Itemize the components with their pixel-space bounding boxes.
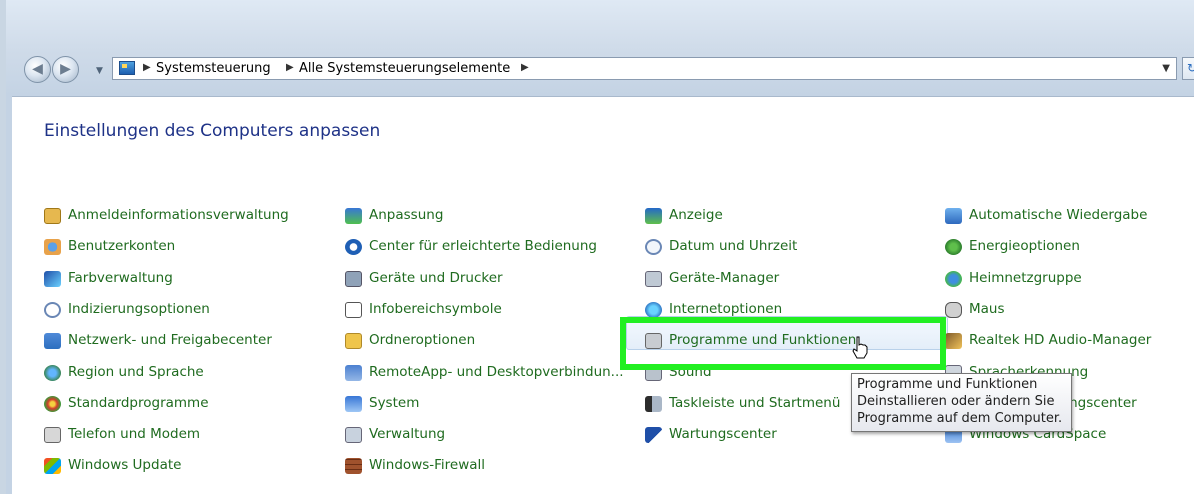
autoplay-icon: [945, 208, 962, 224]
mouse-icon: [945, 302, 962, 318]
control-panel-item-label[interactable]: Netzwerk- und Freigabecenter: [68, 332, 272, 348]
refresh-button[interactable]: ↻: [1182, 57, 1194, 80]
tooltip-line-1: Deinstallieren oder ändern Sie: [857, 394, 1055, 409]
control-panel-item-label[interactable]: Verwaltung: [369, 426, 445, 442]
tooltip-line-2: Programme auf dem Computer.: [857, 411, 1063, 426]
hand-cursor-icon: [852, 336, 868, 359]
network-icon: [44, 333, 61, 349]
address-dropdown-icon[interactable]: ▼: [1162, 63, 1170, 74]
control-panel-item-label[interactable]: Geräte und Drucker: [369, 270, 503, 286]
control-panel-item-label[interactable]: Taskleiste und Startmenü: [669, 395, 840, 411]
breadcrumb-systemsteuerung[interactable]: Systemsteuerung: [156, 61, 271, 76]
control-panel-item-label[interactable]: Realtek HD Audio-Manager: [969, 332, 1151, 348]
control-panel-item-label[interactable]: Energieoptionen: [969, 238, 1080, 254]
title-bar: [6, 0, 1194, 50]
address-bar[interactable]: ▶ Systemsteuerung ▶ Alle Systemsteuerung…: [112, 57, 1177, 80]
control-panel-item-label[interactable]: Anmeldeinformationsverwaltung: [68, 207, 289, 223]
tooltip-title: Programme und Funktionen: [857, 377, 1038, 392]
indexing-icon: [44, 302, 61, 318]
taskbar-icon: [645, 396, 662, 412]
realtek-audio-icon: [945, 333, 962, 349]
control-panel-item-label[interactable]: Windows Update: [68, 457, 181, 473]
color-management-icon: [44, 271, 61, 287]
control-panel-item-label[interactable]: Telefon und Modem: [68, 426, 200, 442]
control-panel-item-label[interactable]: Datum und Uhrzeit: [669, 238, 797, 254]
printer-icon: [345, 271, 362, 287]
content-area: Einstellungen des Computers anpassen Anm…: [12, 96, 1194, 494]
firewall-icon: [345, 458, 362, 474]
navigation-bar: ◀ ▶ ▼ ▶ Systemsteuerung ▶ Alle Systemste…: [14, 52, 1194, 86]
control-panel-item-label[interactable]: Indizierungsoptionen: [68, 301, 210, 317]
notification-area-icon: [345, 302, 362, 318]
control-panel-item-label[interactable]: Maus: [969, 301, 1005, 317]
control-panel-item-label[interactable]: Automatische Wiedergabe: [969, 207, 1147, 223]
action-center-flag-icon: [645, 427, 662, 443]
explorer-window: ◀ ▶ ▼ ▶ Systemsteuerung ▶ Alle Systemste…: [0, 0, 1194, 494]
breadcrumb-arrow-icon[interactable]: ▶: [286, 62, 294, 73]
personalization-icon: [345, 208, 362, 224]
control-panel-item-label[interactable]: Center für erleichterte Bedienung: [369, 238, 597, 254]
control-panel-item-label[interactable]: System: [369, 395, 419, 411]
system-icon: [345, 396, 362, 412]
breadcrumb-arrow-icon[interactable]: ▶: [143, 62, 151, 73]
power-options-icon: [945, 239, 962, 255]
windows-update-icon: [44, 458, 61, 474]
user-accounts-icon: [44, 239, 61, 255]
control-panel-item-label[interactable]: Infobereichsymbole: [369, 301, 502, 317]
control-panel-item-label[interactable]: Anpassung: [369, 207, 443, 223]
control-panel-item-label[interactable]: Wartungscenter: [669, 426, 777, 442]
control-panel-item-label[interactable]: Region und Sprache: [68, 364, 204, 380]
back-button[interactable]: ◀: [24, 56, 51, 83]
control-panel-item-label[interactable]: Windows-Firewall: [369, 457, 485, 473]
control-panel-item-label[interactable]: Heimnetzgruppe: [969, 270, 1082, 286]
device-manager-icon: [645, 271, 662, 287]
homegroup-icon: [945, 271, 962, 287]
control-panel-item-label[interactable]: Farbverwaltung: [68, 270, 173, 286]
control-panel-item-label[interactable]: Anzeige: [669, 207, 723, 223]
breadcrumb-arrow-icon[interactable]: ▶: [521, 62, 529, 73]
internet-options-icon: [645, 302, 662, 318]
tooltip: Programme und Funktionen Deinstallieren …: [851, 373, 1072, 432]
admin-tools-icon: [345, 427, 362, 443]
control-panel-item-label[interactable]: Ordneroptionen: [369, 332, 475, 348]
remoteapp-icon: [345, 365, 362, 381]
clock-icon: [645, 239, 662, 255]
control-panel-item-label[interactable]: Internetoptionen: [669, 301, 782, 317]
default-programs-icon: [44, 396, 61, 412]
control-panel-icon: [119, 61, 135, 75]
page-title: Einstellungen des Computers anpassen: [44, 121, 381, 141]
control-panel-item-label[interactable]: Benutzerkonten: [68, 238, 175, 254]
folder-options-icon: [345, 333, 362, 349]
display-icon: [645, 208, 662, 224]
breadcrumb-alle-elemente[interactable]: Alle Systemsteuerungselemente: [299, 61, 510, 76]
phone-modem-icon: [44, 427, 61, 443]
control-panel-item-label[interactable]: Standardprogramme: [68, 395, 209, 411]
control-panel-item-label[interactable]: Geräte-Manager: [669, 270, 779, 286]
globe-icon: [44, 365, 61, 381]
credential-vault-icon: [44, 208, 61, 224]
annotation-highlight-box: [620, 317, 946, 370]
recent-pages-dropdown-icon[interactable]: ▼: [96, 66, 103, 76]
ease-of-access-icon: [345, 239, 362, 255]
forward-button[interactable]: ▶: [52, 56, 79, 83]
control-panel-item-label[interactable]: RemoteApp- und Desktopverbindun...: [369, 364, 624, 380]
